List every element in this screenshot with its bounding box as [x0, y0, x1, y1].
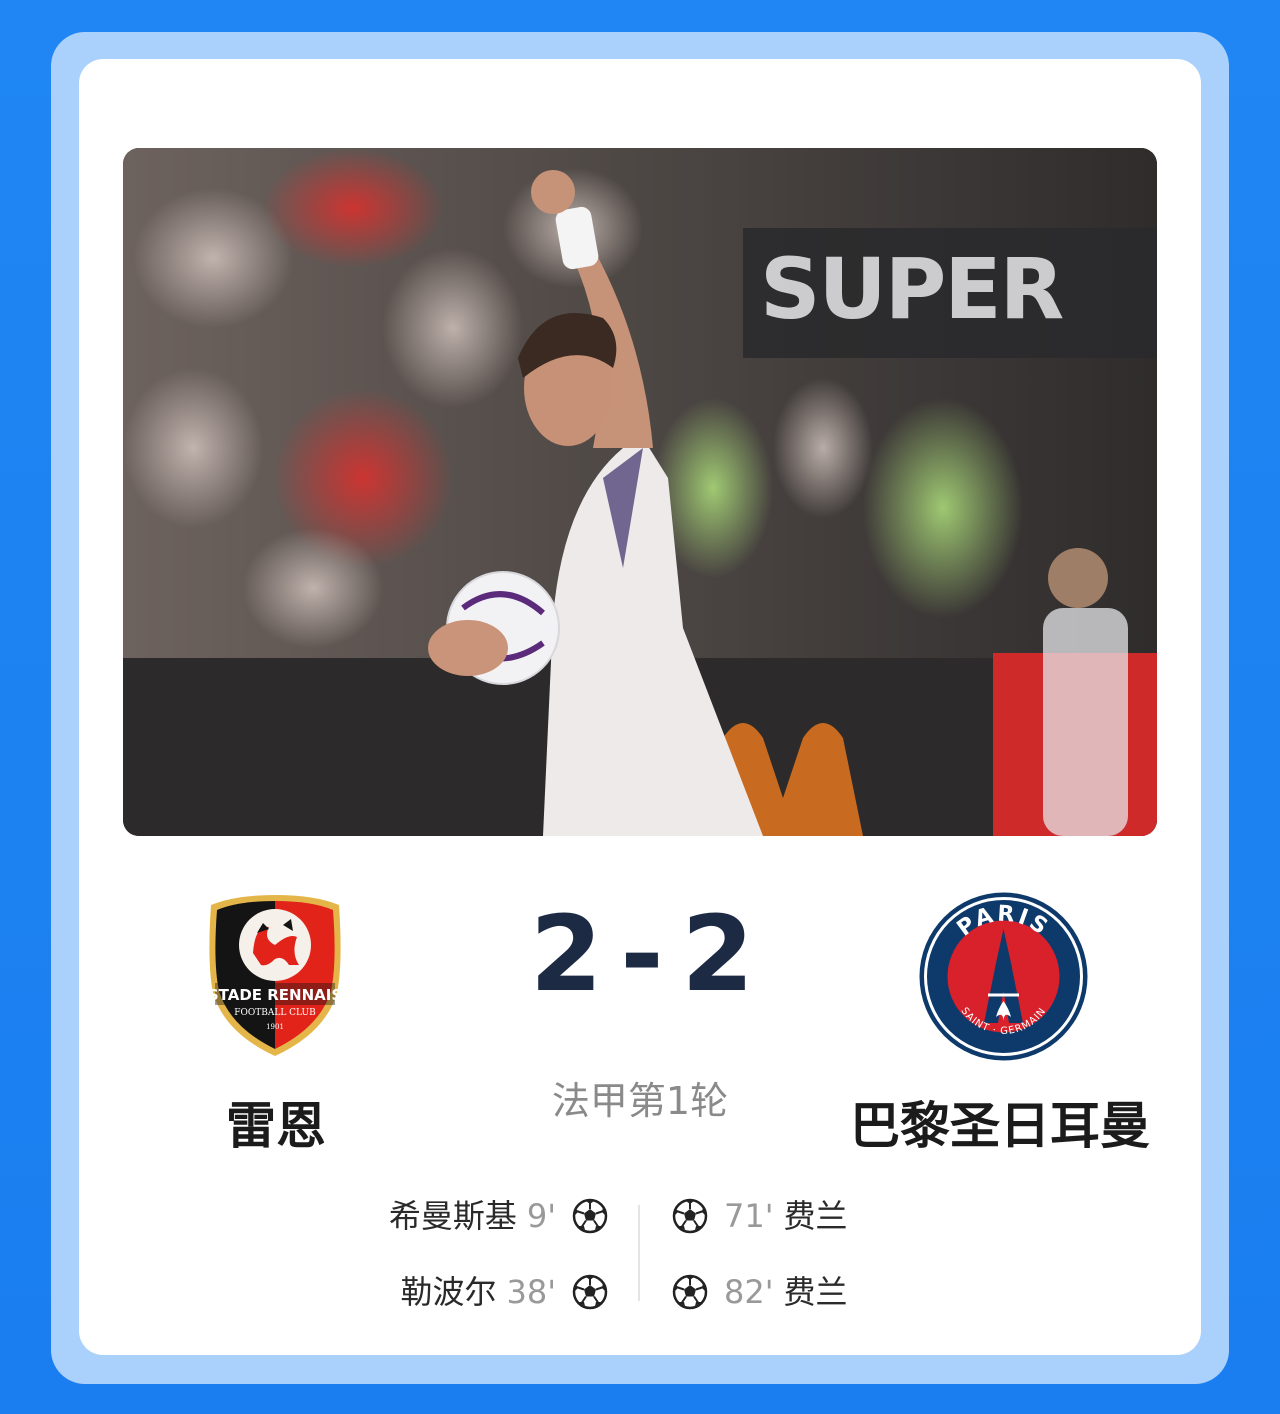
home-goal-2: 勒波尔 38': [400, 1272, 608, 1312]
home-crest-sub: FOOTBALL CLUB: [234, 1008, 316, 1018]
away-team-name: 巴黎圣日耳曼: [850, 1097, 1150, 1155]
home-team-name: 雷恩: [226, 1097, 326, 1155]
soccer-ball-icon: [672, 1198, 708, 1234]
match-photo: SUPER: [123, 148, 1157, 836]
match-score: 2-2: [530, 884, 754, 1024]
home-crest-name: STADE RENNAIS: [208, 986, 342, 1004]
away-team-crest: PARIS SAINT · GERMAIN: [918, 891, 1089, 1062]
goal-minute: 71': [724, 1197, 774, 1235]
home-goal-1: 希曼斯基 9': [389, 1196, 608, 1236]
soccer-ball-icon: [672, 1274, 708, 1310]
away-goal-1: 71' 费兰: [672, 1196, 848, 1236]
soccer-ball-icon: [572, 1274, 608, 1310]
sponsor-sign: SUPER: [760, 240, 1064, 338]
scorers-divider: [638, 1205, 640, 1301]
score-separator: -: [620, 893, 668, 1015]
soccer-ball-icon: [572, 1198, 608, 1234]
home-crest-year: 1901: [266, 1023, 284, 1031]
goal-scorer: 希曼斯基: [388, 1197, 517, 1235]
goal-minute: 9': [526, 1197, 556, 1235]
match-round: 法甲第1轮: [551, 1079, 729, 1123]
home-score: 2: [530, 893, 607, 1015]
home-team-crest: STADE RENNAIS FOOTBALL CLUB 1901: [205, 893, 345, 1058]
goal-scorer: 费兰: [783, 1197, 848, 1235]
goal-minute: 38': [506, 1273, 556, 1311]
goal-scorer: 费兰: [783, 1273, 848, 1311]
goal-scorer: 勒波尔: [400, 1273, 497, 1311]
away-score: 2: [681, 893, 758, 1015]
goal-minute: 82': [724, 1273, 774, 1311]
away-goal-2: 82' 费兰: [672, 1272, 848, 1312]
